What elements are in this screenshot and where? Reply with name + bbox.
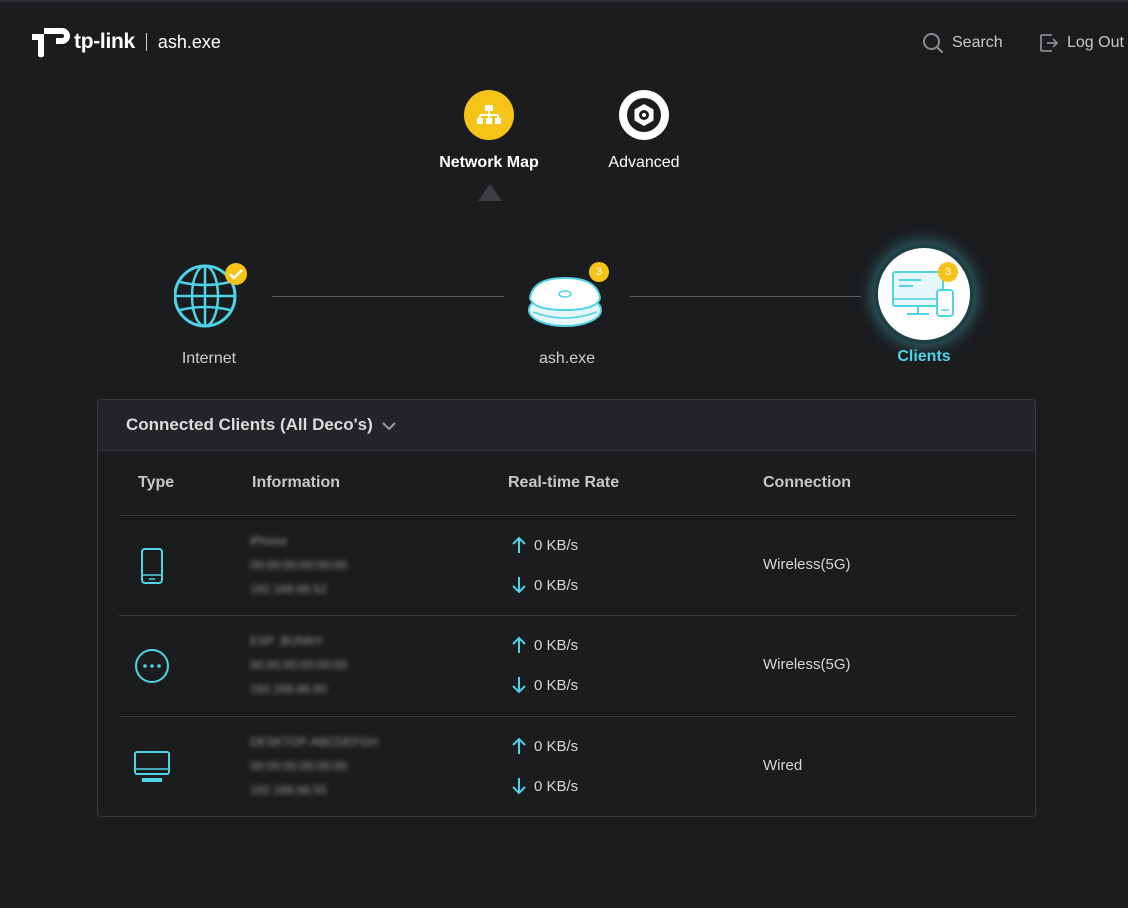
tab-advanced[interactable]: Advanced [579,90,709,172]
column-header-connection: Connection [763,474,851,491]
network-map-icon [464,90,514,140]
connection-type: Wireless(5G) [763,656,851,673]
active-tab-indicator [478,184,502,201]
client-name: DESKTOP-ABCDEFGH [250,735,378,748]
arrow-up-icon [512,536,526,553]
connection-type: Wired [763,757,803,774]
search-button[interactable]: Search [922,32,1003,54]
clients-filter-dropdown[interactable]: Connected Clients (All Deco's) [98,400,1035,451]
client-mac: 00:00:00:00:00:00 [250,558,347,571]
connected-clients-panel: Connected Clients (All Deco's) Type Info… [97,399,1036,817]
search-label: Search [952,34,1003,51]
topology-line [272,296,504,297]
deco-node[interactable]: 3 ash.exe [497,262,637,368]
clients-label: Clients [897,348,951,365]
download-rate: 0 KB/s [512,777,578,795]
site-name: ash.exe [157,31,221,52]
other-device-icon [132,646,172,686]
table-row[interactable]: iPhone 00:00:00:00:00:00 192.168.68.52 0… [98,516,1035,616]
column-header-information: Information [252,474,340,491]
arrow-down-icon [512,577,526,594]
clients-count-badge: 3 [938,262,958,282]
download-rate-value: 0 KB/s [534,576,579,594]
column-header-rate: Real-time Rate [508,474,620,491]
internet-icon-wrap [174,262,247,332]
panel-title: Connected Clients (All Deco's) [126,415,373,434]
tp-link-logo[interactable]: tp-link ash.exe [30,22,221,62]
arrow-down-icon [512,677,526,694]
client-info: iPhone 00:00:00:00:00:00 192.168.68.52 [250,534,347,606]
clients-node[interactable]: 3 Clients [854,248,994,366]
phone-icon [132,546,172,586]
brand-separator [145,33,147,51]
logout-icon [1040,34,1059,52]
computer-icon [132,747,172,787]
client-mac: 00:00:00:00:00:00 [250,658,347,671]
client-info: ESP_BUNNY 00:00:00:00:00:00 192.168.68.6… [250,634,347,706]
brand-name: tp-link [74,30,135,53]
connection-type: Wireless(5G) [763,556,851,573]
column-header-type: Type [138,474,175,491]
upload-rate-value: 0 KB/s [534,636,579,654]
internet-node[interactable]: Internet [139,262,279,368]
arrow-up-icon [512,636,526,653]
check-badge-icon [225,263,247,285]
upload-rate-value: 0 KB/s [534,737,579,755]
upload-rate: 0 KB/s [512,536,578,554]
table-row[interactable]: DESKTOP-ABCDEFGH 00:00:00:00:00:00 192.1… [98,717,1035,817]
table-row[interactable]: ESP_BUNNY 00:00:00:00:00:00 192.168.68.6… [98,616,1035,716]
arrow-up-icon [512,737,526,754]
upload-rate-value: 0 KB/s [534,536,579,554]
download-rate: 0 KB/s [512,576,578,594]
client-ip: 192.168.68.55 [250,783,327,796]
deco-label: ash.exe [538,350,596,367]
upload-rate: 0 KB/s [512,737,578,755]
search-icon [923,33,944,54]
tab-network-map[interactable]: Network Map [424,90,554,172]
tp-link-logo-icon [32,28,70,58]
deco-icon-wrap: 3 [527,262,609,332]
internet-label: Internet [181,350,237,367]
gear-icon [619,90,669,140]
client-name: iPhone [250,534,288,547]
advanced-label: Advanced [608,154,680,171]
deco-count-badge: 3 [589,262,609,282]
network-map-label: Network Map [439,154,539,171]
clients-icon-wrap: 3 [878,248,970,340]
download-rate-value: 0 KB/s [534,676,579,694]
logout-label: Log Out [1067,34,1124,51]
client-info: DESKTOP-ABCDEFGH 00:00:00:00:00:00 192.1… [250,735,378,807]
client-ip: 192.168.68.60 [250,682,327,695]
chevron-down-icon [382,422,396,431]
logout-button[interactable]: Log Out [1039,32,1124,54]
upload-rate: 0 KB/s [512,636,578,654]
client-mac: 00:00:00:00:00:00 [250,759,347,772]
client-name: ESP_BUNNY [250,634,323,647]
arrow-down-icon [512,778,526,795]
header: tp-link ash.exe Search Log Out [0,0,1128,80]
client-ip: 192.168.68.52 [250,582,327,595]
download-rate: 0 KB/s [512,676,578,694]
download-rate-value: 0 KB/s [534,777,579,795]
topology-line [630,296,861,297]
